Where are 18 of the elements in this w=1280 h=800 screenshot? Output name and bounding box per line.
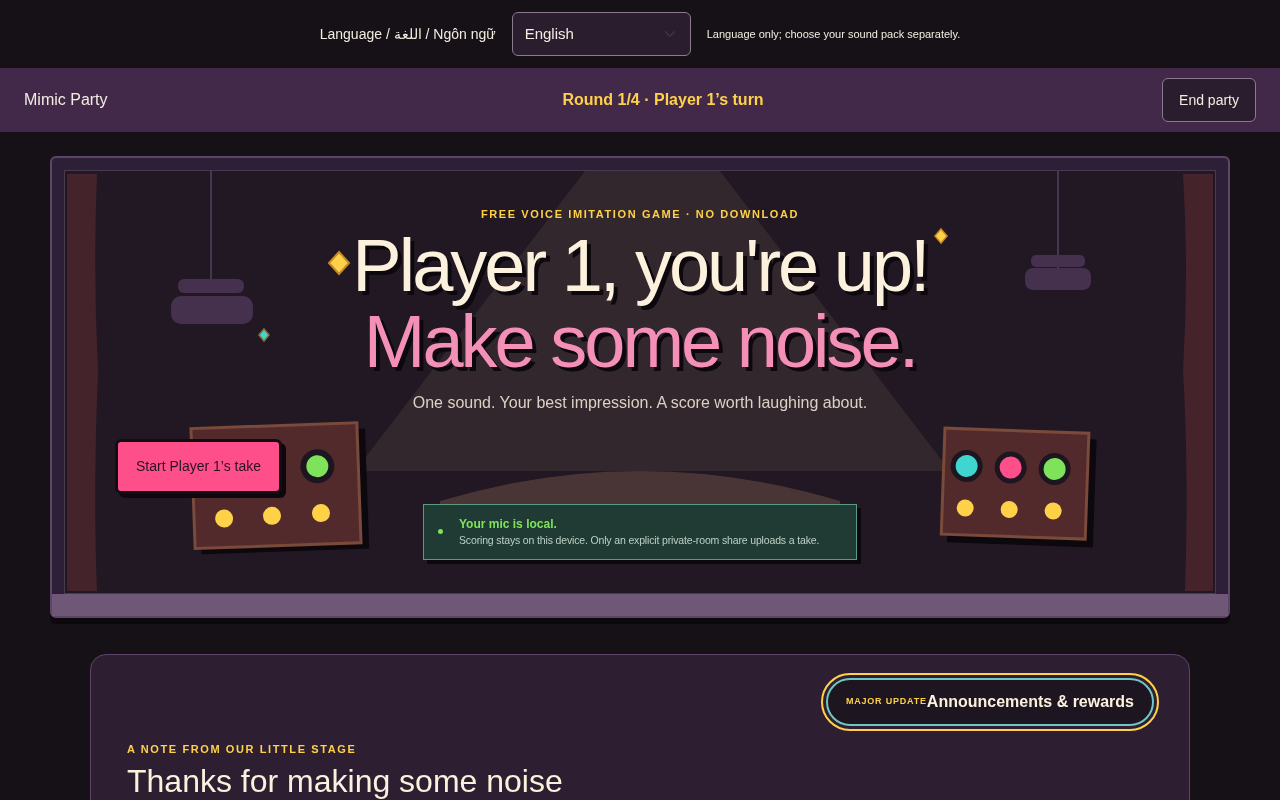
brand-name: Mimic Party [24,90,109,110]
language-select[interactable]: English [511,12,691,56]
status-dot-icon [438,529,443,535]
note-heading: Thanks for making some noise [127,763,564,799]
hero-title: Make some noise. [363,305,917,379]
privacy-text: Scoring stays on this device. Only an explicit private-room share uploads a take. [459,533,820,548]
sparkle-icon [934,227,948,245]
announcements-button[interactable]: MAJOR UPDATEAnnouncements & rewards [820,673,1159,731]
note-eyebrow: A NOTE FROM OUR LITTLE STAGE [127,742,358,757]
language-note: Language only; choose your sound pack separately. [706,26,961,42]
hero-subtitle: One sound. Your best impression. A score worth laughing about. [412,393,868,413]
sparkle-icon [258,327,270,343]
turn-status: Round 1/4 · Player 1’s turn [562,90,764,110]
end-party-button[interactable]: End party [1162,78,1256,122]
eyebrow-text: FREE VOICE IMITATION GAME · NO DOWNLOAD [480,207,799,222]
language-label: Language / اللغة / Ngôn ngữ [319,24,496,44]
privacy-title: Your mic is local. [459,516,558,533]
sparkle-icon [327,250,351,276]
